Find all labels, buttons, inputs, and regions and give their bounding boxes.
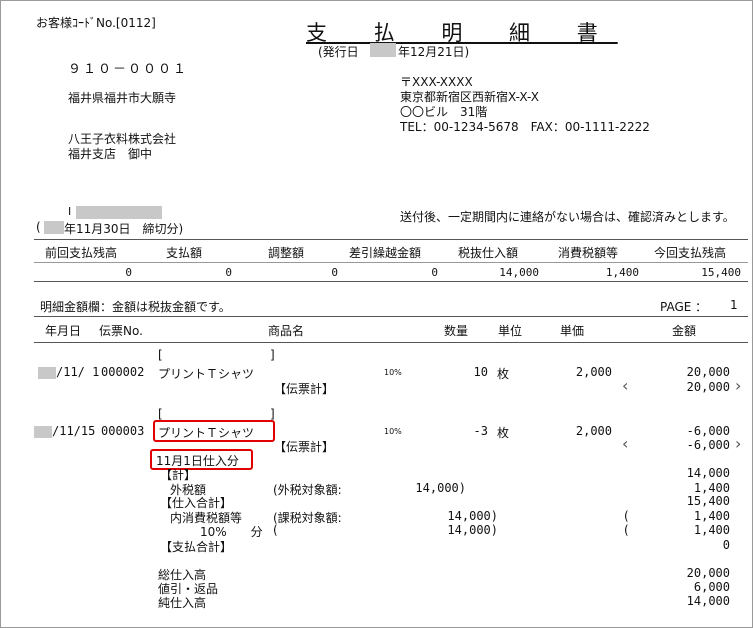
int-tax-basis-label: (課税対象額:	[273, 511, 342, 525]
int-tax-paren: (	[624, 509, 629, 523]
col-amount: 金額	[672, 324, 697, 338]
summary-header: 前回支払残高	[45, 246, 118, 260]
row-amount: 20,000	[686, 365, 730, 379]
payment-total-label: 【支払合計】	[160, 540, 233, 554]
detail-top-rule	[34, 316, 748, 317]
detail-note: 明細金額欄：金額は税抜金額です。	[40, 300, 231, 314]
summary-value: 0	[125, 266, 132, 279]
payment-total-value: 0	[722, 538, 730, 552]
redacted-name	[76, 206, 162, 219]
chevron-left-icon[interactable]: ‹	[622, 434, 628, 453]
row-bracket-open: [	[158, 407, 163, 421]
customer-code: お客様ｺｰﾄﾞNo.[0112]	[36, 16, 156, 30]
redacted-year	[44, 221, 64, 234]
row-price: 2,000	[575, 365, 612, 379]
closing-date: 年11月30日 締切分)	[64, 222, 184, 236]
rate-value: 1,400	[693, 523, 730, 537]
ext-tax-basis-value: 14,000)	[415, 481, 466, 495]
row-date: /11/ 1	[56, 365, 100, 379]
row-date: /11/15	[52, 424, 96, 438]
col-date: 年月日	[45, 324, 82, 338]
col-price: 単価	[560, 324, 585, 338]
row-slip: 000003	[101, 424, 145, 438]
summary-value: 15,400	[701, 266, 741, 279]
chevron-right-icon[interactable]: ›	[735, 376, 741, 395]
summary-value: 0	[331, 266, 338, 279]
total-value: 14,000	[686, 466, 730, 480]
highlight-box	[153, 420, 275, 442]
postal-code: ９１０－０００１	[68, 62, 189, 77]
summary-value: 1,400	[605, 266, 639, 279]
row-bracket-close: ]	[270, 348, 275, 362]
closing-prefix: (	[36, 220, 41, 234]
summary-top-rule	[34, 239, 748, 240]
summary-value: 14,000	[499, 266, 539, 279]
net-label: 純仕入高	[158, 596, 207, 610]
summary-header: 税抜仕入額	[458, 246, 519, 260]
summary-mid-rule	[34, 262, 748, 263]
slip-total-label: 【伝票計】	[274, 382, 335, 396]
rate-basis-paren: (	[273, 523, 278, 537]
summary-header: 消費税額等	[558, 246, 619, 260]
closing-mark: I	[68, 205, 72, 218]
summary-value: 0	[431, 266, 438, 279]
summary-value: 0	[225, 266, 232, 279]
issue-date-suffix: 年12月21日)	[398, 45, 470, 59]
sender-tel: TEL：00-1234-5678 FAX：00-1111-2222	[400, 120, 650, 134]
row-unit: 枚	[497, 426, 510, 440]
row-qty: 10	[473, 365, 488, 379]
col-qty: 数量	[444, 324, 469, 338]
notice: 送付後、一定期間内に連絡がない場合は、確認済みとします。	[400, 210, 735, 224]
summary-header: 今回支払残高	[654, 246, 727, 260]
row-unit: 枚	[497, 367, 510, 381]
summary-header: 差引繰越金額	[349, 246, 422, 260]
summary-bottom-rule	[34, 281, 748, 282]
page-label: PAGE ：	[660, 300, 708, 314]
row-price: 2,000	[575, 424, 612, 438]
rate-paren: (	[624, 523, 629, 537]
row-tax-rate: 10%	[384, 427, 402, 436]
int-tax-basis-value: 14,000)	[447, 509, 498, 523]
summary-header: 調整額	[268, 246, 305, 260]
row-slip: 000002	[101, 365, 145, 379]
redacted-year	[34, 426, 52, 438]
gross-value: 20,000	[686, 566, 730, 580]
returns-value: 6,000	[693, 580, 730, 594]
slip-total-value: 20,000	[686, 380, 730, 394]
issue-date-prefix: (発行日	[318, 45, 359, 59]
purchase-total-value: 15,400	[686, 494, 730, 508]
detail-header-rule	[34, 342, 748, 343]
net-value: 14,000	[686, 594, 730, 608]
col-unit: 単位	[498, 324, 523, 338]
row-qty: -3	[473, 424, 488, 438]
int-tax-value: 1,400	[693, 509, 730, 523]
summary-header: 支払額	[166, 246, 203, 260]
row-product: プリントＴシャツ	[158, 367, 255, 381]
slip-total-value: -6,000	[686, 438, 730, 452]
recipient-address: 福井県福井市大願寺	[68, 91, 177, 105]
row-bracket-open: [	[158, 348, 163, 362]
chevron-left-icon[interactable]: ‹	[622, 376, 628, 395]
slip-total-label: 【伝票計】	[274, 440, 335, 454]
col-product: 商品名	[268, 324, 305, 338]
chevron-right-icon[interactable]: ›	[735, 434, 741, 453]
rate-basis-value: 14,000)	[447, 523, 498, 537]
page-number: 1	[730, 298, 738, 312]
row-bracket-close: ]	[270, 407, 275, 421]
recipient-branch: 福井支店 御中	[68, 147, 153, 161]
redacted-year	[370, 43, 396, 57]
ext-tax-basis-label: (外税対象額:	[273, 483, 342, 497]
col-slip: 伝票No.	[99, 324, 143, 338]
row-amount: -6,000	[686, 424, 730, 438]
row-tax-rate: 10%	[384, 368, 402, 377]
redacted-year	[38, 367, 56, 379]
ext-tax-value: 1,400	[693, 481, 730, 495]
